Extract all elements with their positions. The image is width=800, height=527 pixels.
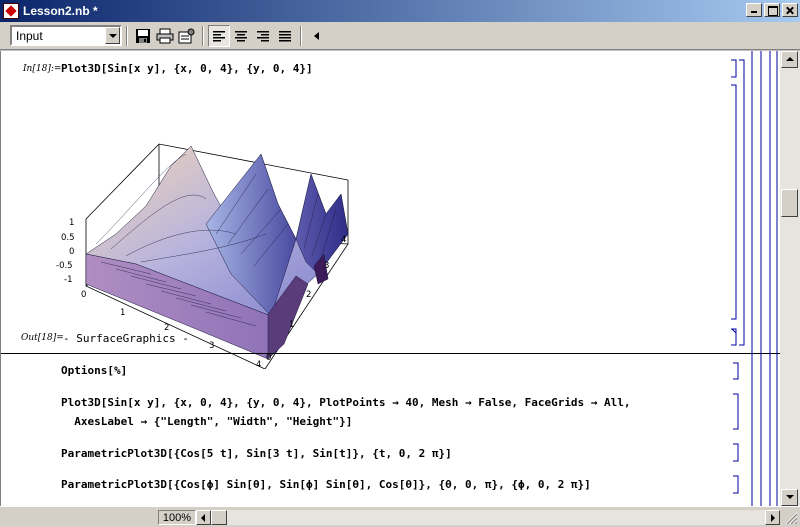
vertical-scroll-thumb[interactable] <box>781 189 798 217</box>
triangle-left-icon <box>314 31 319 40</box>
output-label: Out[18]= <box>21 333 64 343</box>
cell-bracket-param-curve <box>733 443 739 462</box>
cell-insertion-line <box>1 353 781 354</box>
horizontal-scroll-thumb[interactable] <box>211 510 227 525</box>
cell-style-select[interactable]: Input <box>10 25 122 46</box>
surface-graphics[interactable]: 1 0.5 0 -0.5 -1 0 1 2 3 4 0 1 2 3 4 <box>56 84 356 369</box>
input-cell-plot3d[interactable]: Plot3D[Sin[x y], {x, 0, 4}, {y, 0, 4}] <box>61 62 313 75</box>
input-cell-plot3d-options-cont[interactable]: AxesLabel → {"Length", "Width", "Height"… <box>61 415 352 428</box>
preferences-button[interactable] <box>176 25 198 47</box>
vertical-scrollbar[interactable] <box>780 51 800 506</box>
toolbar-separator <box>300 25 302 46</box>
scroll-up-button[interactable] <box>781 51 798 68</box>
input-cell-parametric-curve[interactable]: ParametricPlot3D[{Cos[5 t], Sin[3 t], Si… <box>61 447 452 460</box>
output-cell-surfacegraphics[interactable]: - SurfaceGraphics - <box>63 332 189 345</box>
input-cell-plot3d-options[interactable]: Plot3D[Sin[x y], {x, 0, 4}, {y, 0, 4}, P… <box>61 396 631 409</box>
title-bar[interactable]: Lesson2.nb * <box>0 0 800 22</box>
minimize-button[interactable] <box>746 3 762 17</box>
zoom-level[interactable]: 100% <box>158 510 196 525</box>
z-tick-label: 0 <box>69 247 74 257</box>
justify-button[interactable] <box>274 25 296 47</box>
align-center-icon <box>235 30 247 41</box>
cell-brackets[interactable] <box>726 51 781 506</box>
window-title: Lesson2.nb * <box>23 4 98 18</box>
chevron-down-icon[interactable] <box>105 27 120 44</box>
justify-icon <box>279 30 291 41</box>
toolbar-expander-button[interactable] <box>306 25 328 47</box>
toolbar: Input <box>0 22 800 50</box>
z-tick-label: -0.5 <box>56 261 73 271</box>
scroll-left-button[interactable] <box>196 510 211 525</box>
z-axis-ticks: 1 0.5 0 -0.5 -1 <box>56 218 75 285</box>
x-tick-label: 3 <box>209 341 214 351</box>
cell-bracket-options <box>733 362 739 380</box>
resize-grip-icon[interactable] <box>784 511 798 525</box>
print-button[interactable] <box>154 25 176 47</box>
preferences-icon <box>178 28 195 43</box>
cell-bracket-group-inner <box>739 59 745 346</box>
save-button[interactable] <box>132 25 154 47</box>
z-tick-label: -1 <box>64 275 72 285</box>
cell-bracket-param-sphere <box>733 475 739 494</box>
scroll-down-button[interactable] <box>781 489 798 506</box>
x-tick-label: 1 <box>120 308 125 318</box>
notebook-area[interactable]: In[18]:= Plot3D[Sin[x y], {x, 0, 4}, {y,… <box>0 51 781 506</box>
scroll-right-button[interactable] <box>765 510 780 525</box>
y-tick-label: 3 <box>324 261 329 271</box>
align-right-button[interactable] <box>252 25 274 47</box>
cell-style-value: Input <box>16 28 43 43</box>
align-right-icon <box>257 30 269 41</box>
close-button[interactable] <box>782 3 798 17</box>
z-tick-label: 0.5 <box>61 233 75 243</box>
align-left-button[interactable] <box>208 24 230 47</box>
y-tick-label: 0 <box>266 353 271 363</box>
print-icon <box>156 28 174 43</box>
x-tick-label: 0 <box>81 290 86 300</box>
cell-bracket-output <box>731 328 737 346</box>
mathematica-app-icon[interactable] <box>3 3 19 19</box>
save-icon <box>136 28 150 43</box>
input-label: In[18]:= <box>23 64 62 74</box>
toolbar-separator <box>126 25 128 46</box>
toolbar-separator <box>202 25 204 46</box>
cell-bracket-input <box>731 59 737 78</box>
input-cell-parametric-sphere[interactable]: ParametricPlot3D[{Cos[ϕ] Sin[θ], Sin[ϕ] … <box>61 478 591 491</box>
surface-patches <box>85 145 349 360</box>
status-bar: 100% <box>0 506 800 527</box>
horizontal-scrollbar[interactable] <box>196 510 780 525</box>
align-left-icon <box>213 30 225 41</box>
align-center-button[interactable] <box>230 25 252 47</box>
input-cell-options[interactable]: Options[%] <box>61 364 127 377</box>
y-tick-label: 4 <box>341 235 346 245</box>
x-tick-label: 4 <box>256 360 261 369</box>
maximize-button[interactable] <box>764 3 780 17</box>
z-tick-label: 1 <box>69 218 74 228</box>
y-tick-label: 1 <box>289 320 294 330</box>
cell-bracket-graphics <box>731 84 737 320</box>
y-tick-label: 2 <box>306 290 311 300</box>
cell-bracket-plot3d-opts <box>733 393 739 430</box>
zoom-value: 100% <box>162 511 192 524</box>
window-controls <box>744 3 798 17</box>
